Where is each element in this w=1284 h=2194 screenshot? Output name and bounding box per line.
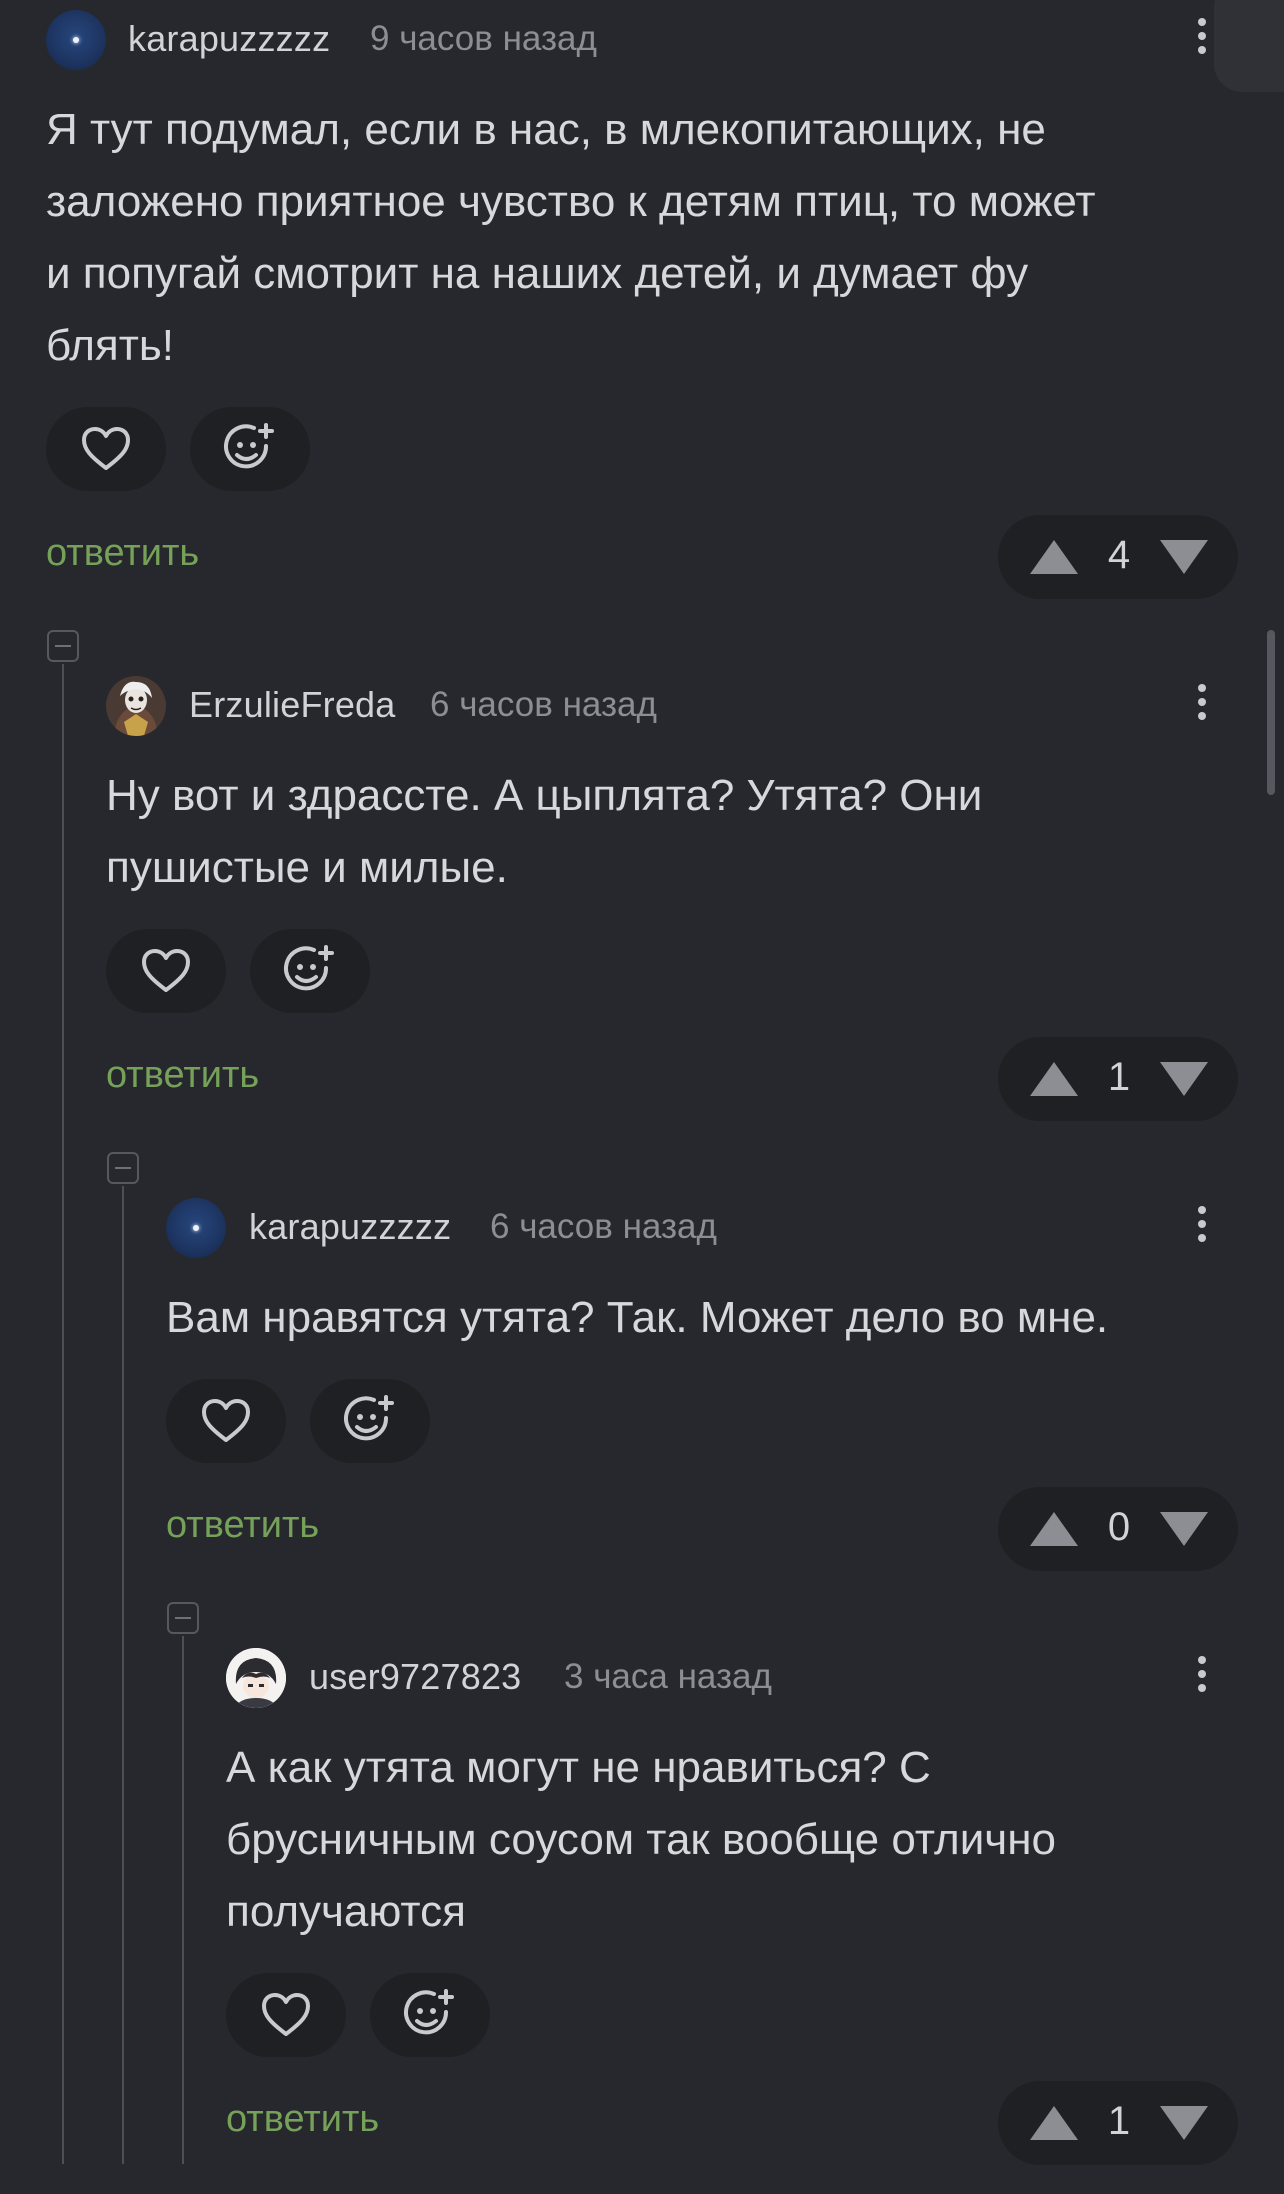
comment-timestamp: 6 часов назад — [490, 1207, 717, 1246]
comment-text: А как утята могут не нравиться? С брусни… — [226, 1743, 1056, 1936]
comment-timestamp: 9 часов назад — [370, 19, 597, 58]
comment-timestamp: 3 часа назад — [564, 1657, 772, 1696]
add-reaction-button[interactable] — [250, 929, 370, 1013]
comment-username[interactable]: user9727823 — [309, 1656, 521, 1698]
comment-username[interactable]: ErzulieFreda — [189, 684, 395, 726]
triangle-up-icon[interactable] — [1028, 538, 1080, 576]
comment-timestamp: 6 часов назад — [430, 685, 657, 724]
more-vertical-icon[interactable] — [1182, 12, 1222, 72]
comment-text: Вам нравятся утята? Так. Может дело во м… — [166, 1293, 1109, 1342]
rating-count: 1 — [1107, 2099, 1131, 2143]
more-vertical-icon[interactable] — [1182, 678, 1222, 738]
reply-link[interactable]: ответить — [46, 532, 199, 575]
comment-username[interactable]: karapuzzzzz — [249, 1206, 451, 1248]
anime-character-avatar-image — [226, 1648, 286, 1708]
rating-count: 1 — [1107, 1055, 1131, 1099]
like-button[interactable] — [226, 1973, 346, 2057]
rating-count: 0 — [1107, 1505, 1131, 1549]
triangle-down-icon[interactable] — [1158, 538, 1210, 576]
more-vertical-icon[interactable] — [1182, 1650, 1222, 1710]
collapse-thread-toggle[interactable] — [167, 1602, 199, 1634]
rating-count: 4 — [1107, 533, 1131, 577]
rating-widget: 1 — [998, 1037, 1238, 1121]
like-button[interactable] — [106, 929, 226, 1013]
comment-text: Ну вот и здрассте. А цыплята? Утята? Они… — [106, 771, 983, 892]
smiley-plus-icon — [284, 945, 334, 991]
smiley-plus-icon — [224, 423, 274, 469]
rating-widget: 0 — [998, 1487, 1238, 1571]
add-reaction-button[interactable] — [190, 407, 310, 491]
collapse-thread-toggle[interactable] — [107, 1152, 139, 1184]
top-right-floating-panel — [1214, 0, 1284, 92]
scrollbar-thumb[interactable] — [1267, 630, 1275, 795]
reply-link[interactable]: ответить — [166, 1504, 319, 1547]
heart-icon — [262, 1993, 310, 2036]
comment-text: Я тут подумал, если в нас, в млекопитающ… — [46, 105, 1096, 370]
rating-widget: 4 — [998, 515, 1238, 599]
heart-icon — [142, 949, 190, 992]
avatar[interactable] — [166, 1198, 226, 1258]
triangle-down-icon[interactable] — [1158, 1060, 1210, 1098]
like-button[interactable] — [166, 1379, 286, 1463]
thread-line — [182, 1636, 184, 2164]
collapse-thread-toggle[interactable] — [47, 630, 79, 662]
avatar[interactable] — [226, 1648, 286, 1708]
smiley-plus-icon — [404, 1989, 454, 2035]
add-reaction-button[interactable] — [370, 1973, 490, 2057]
triangle-up-icon[interactable] — [1028, 1510, 1080, 1548]
portrait-avatar-image — [106, 676, 166, 736]
reply-link[interactable]: ответить — [106, 1054, 259, 1097]
triangle-up-icon[interactable] — [1028, 1060, 1080, 1098]
triangle-down-icon[interactable] — [1158, 2104, 1210, 2142]
more-vertical-icon[interactable] — [1182, 1200, 1222, 1260]
comment-username[interactable]: karapuzzzzz — [128, 18, 330, 60]
heart-icon — [202, 1399, 250, 1442]
add-reaction-button[interactable] — [310, 1379, 430, 1463]
avatar[interactable] — [106, 676, 166, 736]
like-button[interactable] — [46, 407, 166, 491]
triangle-down-icon[interactable] — [1158, 1510, 1210, 1548]
smiley-plus-icon — [344, 1395, 394, 1441]
thread-line — [122, 1186, 124, 2164]
rating-widget: 1 — [998, 2081, 1238, 2165]
triangle-up-icon[interactable] — [1028, 2104, 1080, 2142]
avatar[interactable] — [46, 10, 106, 70]
heart-icon — [82, 427, 130, 470]
thread-line — [62, 664, 64, 2164]
reply-link[interactable]: ответить — [226, 2098, 379, 2141]
